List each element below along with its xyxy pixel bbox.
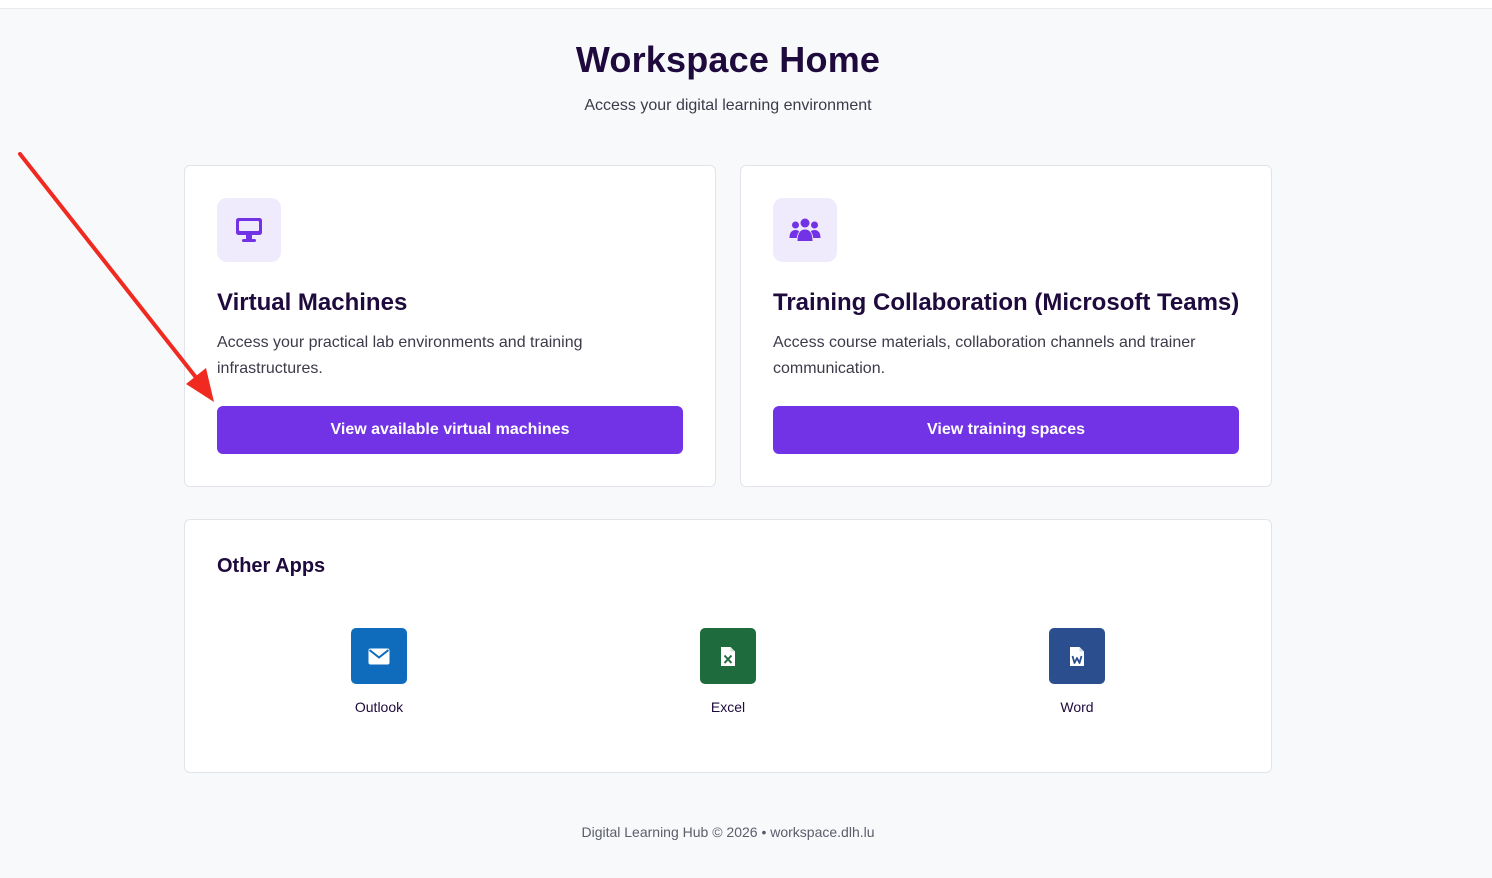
footer: Digital Learning Hub © 2026 • workspace.… [581, 824, 875, 840]
top-bar [0, 0, 1492, 9]
other-apps-title: Other Apps [217, 555, 326, 577]
word-label: Word [1060, 699, 1094, 715]
word-app-icon-tile[interactable] [1049, 628, 1105, 684]
outlook-label: Outlook [354, 699, 404, 715]
excel-label: Excel [710, 699, 746, 715]
app-tile-word[interactable]: Word [1017, 628, 1137, 716]
page-header: Workspace Home Access your digital learn… [0, 38, 1456, 116]
training-collaboration-card: Training Collaboration (Microsoft Teams)… [740, 165, 1272, 487]
virtual-machines-title: Virtual Machines [217, 289, 408, 316]
envelope-icon [368, 648, 390, 664]
page-title: Workspace Home [575, 39, 881, 80]
virtual-machines-description: Access your practical lab environments a… [217, 334, 583, 377]
users-group-icon [789, 218, 821, 241]
virtual-machines-icon-tile [217, 198, 281, 262]
training-collaboration-title: Training Collaboration (Microsoft Teams) [773, 289, 1240, 316]
view-virtual-machines-button[interactable]: View available virtual machines [217, 406, 683, 454]
virtual-machines-card: Virtual Machines Access your practical l… [184, 165, 716, 487]
other-apps-card: Other Apps Outlook Excel Word [184, 519, 1272, 773]
word-file-icon [1070, 646, 1084, 666]
training-collaboration-icon-tile [773, 198, 837, 262]
excel-app-icon-tile[interactable] [700, 628, 756, 684]
training-collaboration-description: Access course materials, collaboration c… [773, 334, 1196, 377]
outlook-app-icon-tile[interactable] [351, 628, 407, 684]
workspace-home-page: Workspace Home Access your digital learn… [0, 0, 1492, 878]
page-subtitle: Access your digital learning environment [584, 97, 872, 114]
excel-file-icon [721, 646, 735, 666]
app-tile-outlook[interactable]: Outlook [319, 628, 439, 716]
monitor-icon [236, 218, 262, 242]
view-training-spaces-button[interactable]: View training spaces [773, 406, 1239, 454]
app-tile-excel[interactable]: Excel [668, 628, 788, 716]
